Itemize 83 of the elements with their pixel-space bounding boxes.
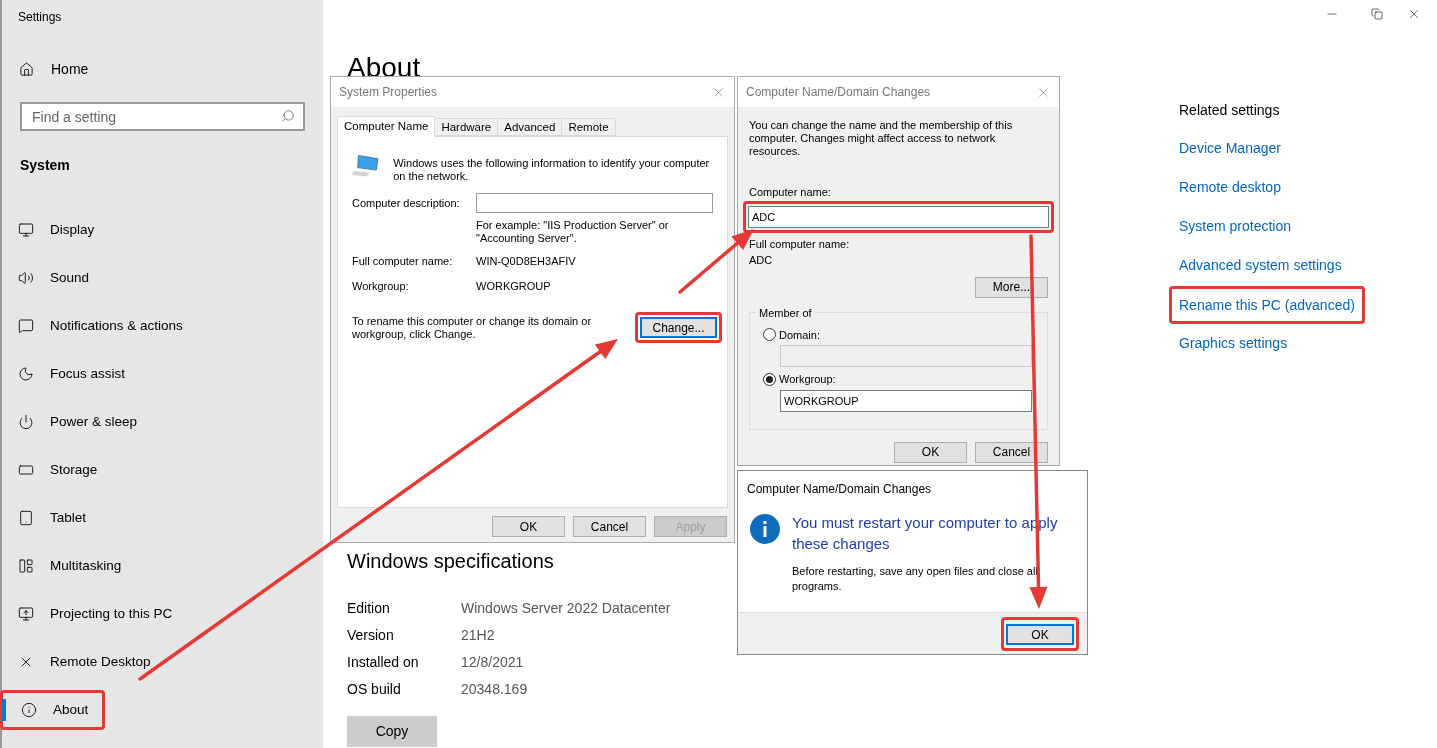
info-icon: [750, 514, 780, 544]
settings-link[interactable]: Graphics settings: [1179, 333, 1288, 354]
dialog-title: Computer Name/Domain Changes: [747, 481, 933, 498]
settings-link[interactable]: Rename this PC (advanced): [1179, 296, 1355, 313]
copy-button[interactable]: Copy: [347, 716, 437, 747]
dialog-title: Computer Name/Domain Changes: [746, 84, 931, 101]
radio-option[interactable]: Workgroup:: [763, 371, 1034, 388]
dialog-button[interactable]: OK: [894, 441, 967, 463]
power-icon: [18, 414, 34, 430]
detail-text: Before restarting, save any open files and close all programs.: [792, 564, 1039, 594]
sidebar-item[interactable]: Projecting to this PC: [2, 599, 185, 629]
monitor-icon: [18, 222, 34, 238]
field-value: WORKGROUP: [476, 278, 552, 294]
dialog-button[interactable]: More...: [975, 276, 1048, 298]
field-label: Full computer name:: [352, 254, 454, 269]
sidebar-item[interactable]: Multitasking: [2, 551, 134, 581]
intro-text: Windows uses the following information to identify your computer on the network.: [393, 156, 711, 183]
example-text: For example: "IIS Production Server" or "Accounting Server".: [476, 219, 670, 245]
tab[interactable]: Hardware: [434, 118, 499, 136]
intro-text: You can change the name and the membership of this computer. Changes might affect access to network resources.: [749, 119, 1014, 158]
sidebar-item[interactable]: Sound: [2, 263, 102, 293]
field-label: Computer description:: [352, 195, 461, 211]
settings-link[interactable]: Remote desktop: [1179, 177, 1281, 198]
moon-icon: [18, 366, 34, 382]
search-icon: [281, 109, 295, 123]
sidebar-item[interactable]: About: [5, 695, 101, 725]
spec-label: Version: [347, 626, 395, 645]
rename-text: To rename this computer or change its domain or workgroup, click Change.: [352, 314, 593, 341]
window-title: Settings: [18, 9, 63, 26]
sidebar-item[interactable]: Notifications & actions: [2, 311, 195, 341]
spec-value: 12/8/2021: [461, 653, 525, 672]
speaker-icon: [18, 270, 34, 286]
radio-option[interactable]: Domain:: [763, 326, 1034, 343]
dialog-button[interactable]: Cancel: [975, 441, 1048, 463]
search-field[interactable]: Find a setting: [20, 102, 305, 131]
sidebar-item[interactable]: Power & sleep: [2, 407, 150, 437]
settings-link[interactable]: System protection: [1179, 216, 1292, 237]
sidebar-item[interactable]: Remote Desktop: [2, 647, 163, 677]
close-icon[interactable]: [1407, 7, 1421, 21]
spec-label: Edition: [347, 599, 391, 618]
drive-icon: [18, 462, 34, 478]
computer-name-field[interactable]: ADC: [748, 205, 1049, 228]
spec-value: 20348.169: [461, 680, 529, 699]
info-icon: [21, 702, 37, 718]
field-label: Computer name:: [749, 185, 832, 200]
settings-link[interactable]: Device Manager: [1179, 138, 1281, 159]
tab[interactable]: Remote: [561, 118, 616, 136]
text-field[interactable]: [780, 345, 1032, 367]
selection-bar: [2, 699, 6, 721]
layout-icon: [18, 558, 34, 574]
dialog-button[interactable]: Change...: [640, 317, 717, 338]
radio-button[interactable]: [763, 328, 776, 342]
field-label: Full computer name:: [749, 236, 851, 252]
section-heading: Windows specifications: [347, 549, 554, 574]
home-link[interactable]: Home: [19, 59, 323, 80]
sidebar-item[interactable]: Display: [2, 215, 107, 245]
dialog-button[interactable]: OK: [1006, 624, 1074, 645]
description-field[interactable]: [476, 193, 713, 213]
field-label: Workgroup:: [352, 278, 410, 294]
restore-icon[interactable]: [1371, 8, 1383, 20]
dialog-button[interactable]: Cancel: [573, 516, 646, 537]
home-icon: [19, 62, 34, 77]
sidebar-item[interactable]: Tablet: [2, 503, 99, 533]
spec-value: 21H2: [461, 626, 496, 645]
sidebar-item[interactable]: Storage: [2, 455, 110, 485]
spec-value: Windows Server 2022 Datacenter: [461, 599, 671, 618]
message-icon: [18, 318, 34, 334]
tab[interactable]: Advanced: [497, 118, 563, 136]
spec-label: Installed on: [347, 653, 420, 672]
related-heading: Related settings: [1179, 101, 1281, 120]
field-value: ADC: [749, 253, 774, 268]
dialog-title: System Properties: [339, 84, 438, 101]
sidebar-item[interactable]: Focus assist: [2, 359, 138, 389]
text-field[interactable]: WORKGROUP: [780, 389, 1032, 412]
tab[interactable]: Computer Name: [337, 116, 436, 137]
section-heading: System: [20, 156, 71, 175]
tablet-icon: [18, 510, 34, 526]
settings-link[interactable]: Advanced system settings: [1179, 255, 1342, 276]
dialog-button[interactable]: OK: [492, 516, 565, 537]
screen-icon: [18, 606, 34, 622]
radio-button[interactable]: [763, 372, 776, 386]
spec-label: OS build: [347, 680, 402, 699]
field-value: WIN-Q0D8EH3AFIV: [476, 254, 577, 269]
